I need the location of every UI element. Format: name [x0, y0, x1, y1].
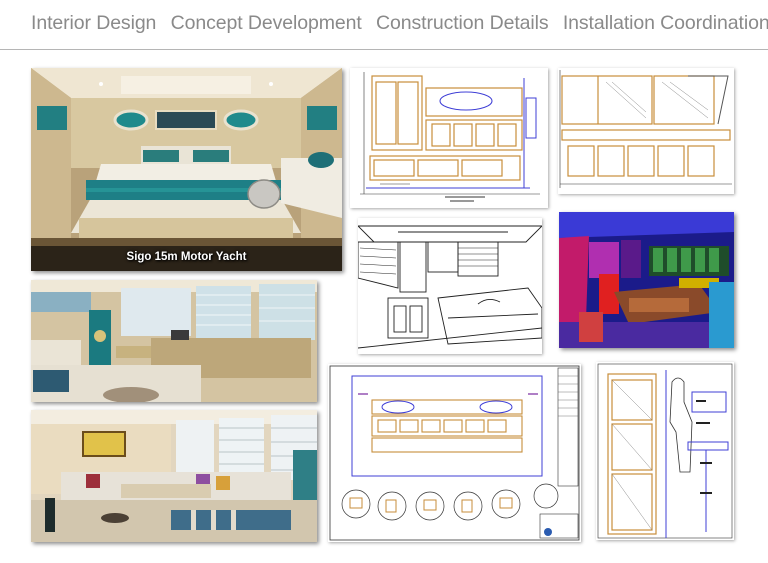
cabinet-section-drawing — [558, 68, 734, 194]
bedroom-render: Sigo 15m Motor Yacht — [31, 68, 342, 271]
page-title: Interior Design Concept Development Cons… — [31, 12, 768, 35]
color-3d-model — [559, 212, 734, 348]
title-concept-development: Concept Development — [170, 12, 362, 34]
plan-details-sheet — [328, 364, 581, 542]
title-installation-coordination: Installation Coordination — [562, 12, 768, 34]
galley-render — [31, 280, 317, 402]
lounge-render — [31, 410, 317, 542]
title-interior-design: Interior Design — [31, 12, 157, 34]
title-construction-details: Construction Details — [376, 12, 549, 34]
bedroom-render-caption: Sigo 15m Motor Yacht — [126, 251, 247, 263]
elevation-drawing — [350, 68, 548, 208]
perspective-line-drawing — [358, 218, 542, 354]
installation-drawing — [596, 362, 734, 540]
header-divider — [0, 49, 768, 50]
